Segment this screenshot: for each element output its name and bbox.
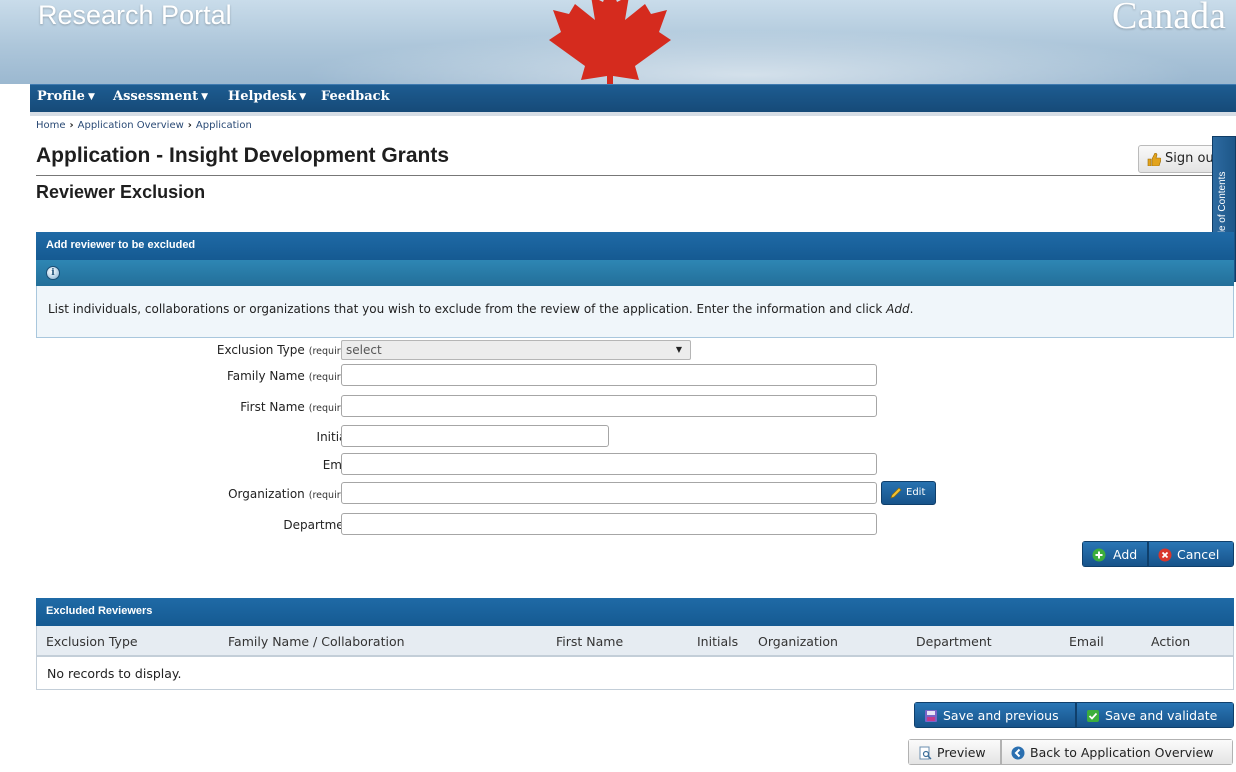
back-arrow-icon <box>1011 746 1025 760</box>
close-circle-icon <box>1158 548 1172 562</box>
excluded-table-header: Exclusion Type Family Name / Collaborati… <box>36 626 1234 656</box>
nav-profile[interactable]: Profile ▼ <box>37 89 95 104</box>
family-name-input[interactable] <box>341 364 877 386</box>
column-header[interactable]: First Name <box>556 634 623 649</box>
title-divider <box>36 175 1214 176</box>
info-icon: i <box>46 266 60 280</box>
department-input[interactable] <box>341 513 877 535</box>
add-reviewer-panel-header: Add reviewer to be excluded <box>36 232 1234 260</box>
organization-edit-button[interactable]: Edit <box>881 481 936 505</box>
save-previous-icon <box>925 710 937 722</box>
back-overview-label: Back to Application Overview <box>1030 745 1214 760</box>
plus-circle-icon <box>1092 548 1106 562</box>
signout-label: Sign out <box>1165 151 1218 166</box>
column-header[interactable]: Initials <box>697 634 738 649</box>
preview-label: Preview <box>937 745 986 760</box>
nav-helpdesk[interactable]: Helpdesk ▼ <box>228 89 306 104</box>
nav-feedback[interactable]: Feedback <box>321 89 390 104</box>
section-title: Reviewer Exclusion <box>36 182 206 202</box>
breadcrumb-current: Application <box>195 120 252 131</box>
column-header: Action <box>1151 634 1191 649</box>
save-and-validate-button[interactable]: Save and validate <box>1076 702 1234 728</box>
first-name-input[interactable] <box>341 395 877 417</box>
save-button-group: Save and previous Save and validate <box>914 702 1234 728</box>
breadcrumb-application-overview[interactable]: Application Overview <box>78 120 184 131</box>
portal-title: Research Portal <box>38 0 232 30</box>
initials-input[interactable] <box>341 425 609 447</box>
signout-button[interactable]: Sign out <box>1138 145 1218 173</box>
page-title: Application - Insight Development Grants <box>36 144 450 167</box>
first-name-label: First Name (required) <box>240 400 356 414</box>
preview-button[interactable]: Preview <box>908 739 1001 765</box>
column-header[interactable]: Organization <box>758 634 838 649</box>
organization-label: Organization (required) <box>228 487 356 501</box>
info-message: List individuals, collaborations or orga… <box>36 286 1234 338</box>
exclusion-type-value: select <box>346 343 382 357</box>
column-header[interactable]: Exclusion Type <box>46 634 138 649</box>
save-and-previous-button[interactable]: Save and previous <box>914 702 1076 728</box>
column-header[interactable]: Family Name / Collaboration <box>228 634 405 649</box>
cancel-button[interactable]: Cancel <box>1148 541 1234 567</box>
chevron-down-icon: ▼ <box>87 92 95 102</box>
back-to-overview-button[interactable]: Back to Application Overview <box>1001 739 1233 765</box>
excluded-reviewers-header: Excluded Reviewers <box>36 598 1234 626</box>
exclusion-type-select[interactable]: select ▼ <box>341 340 691 360</box>
main-nav: Profile ▼ Assessment ▼ Helpdesk ▼ Feedback <box>30 84 1236 112</box>
breadcrumb-separator-icon: › <box>69 120 74 131</box>
nav-button-group: Preview Back to Application Overview <box>908 739 1233 765</box>
info-text: List individuals, collaborations or orga… <box>48 302 887 316</box>
check-icon <box>1087 710 1099 722</box>
banner-sheen <box>300 30 1200 84</box>
column-header[interactable]: Department <box>916 634 992 649</box>
excluded-reviewers-title: Excluded Reviewers <box>46 605 153 617</box>
nav-divider <box>30 112 1236 116</box>
breadcrumb-home[interactable]: Home <box>36 120 66 131</box>
breadcrumb: Home › Application Overview › Application <box>36 120 252 131</box>
column-header[interactable]: Email <box>1069 634 1104 649</box>
empty-table-message: No records to display. <box>36 656 1234 690</box>
add-label: Add <box>1113 547 1138 562</box>
organization-input[interactable] <box>341 482 877 504</box>
chevron-down-icon: ▼ <box>201 92 209 102</box>
pencil-icon <box>890 487 902 499</box>
exclusion-type-label: Exclusion Type (required) <box>216 343 356 357</box>
cancel-label: Cancel <box>1177 547 1220 562</box>
family-name-label: Family Name (required) <box>226 369 356 383</box>
save-previous-label: Save and previous <box>943 708 1059 723</box>
thumbs-up-icon <box>1147 153 1161 166</box>
add-button[interactable]: Add <box>1082 541 1148 567</box>
email-input[interactable] <box>341 453 877 475</box>
info-bar: i <box>36 260 1234 286</box>
add-reviewer-panel-title: Add reviewer to be excluded <box>46 239 196 251</box>
add-cancel-group: Add Cancel <box>1082 541 1234 567</box>
save-validate-label: Save and validate <box>1105 708 1218 723</box>
dropdown-arrow-icon: ▼ <box>675 345 682 354</box>
site-banner: Research Portal Canada <box>0 0 1236 84</box>
info-text-end: . <box>909 302 914 316</box>
breadcrumb-separator-icon: › <box>187 120 192 131</box>
chevron-down-icon: ▼ <box>299 92 307 102</box>
maple-leaf-icon <box>549 0 671 84</box>
info-text-action: Add <box>886 302 910 316</box>
nav-assessment[interactable]: Assessment ▼ <box>113 89 208 104</box>
edit-label: Edit <box>906 487 926 498</box>
canada-wordmark: Canada <box>1112 0 1226 37</box>
preview-icon <box>919 746 932 760</box>
